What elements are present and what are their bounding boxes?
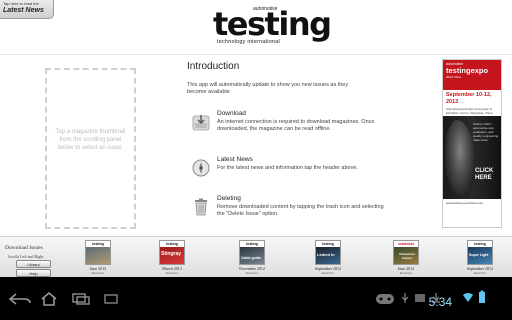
cover-headline: Super Light (469, 253, 489, 257)
magazine-cover: crashtest Pedestrian Impact (393, 240, 419, 265)
magazine-cover: testing Cable guide (239, 240, 265, 265)
magazine-item[interactable]: testing Cable guide November 2012 Read N… (226, 240, 278, 277)
library-button[interactable]: Library (16, 260, 51, 268)
introduction-panel: Introduction This app will automatically… (187, 61, 437, 96)
read-now-link[interactable]: Read Now (146, 271, 198, 275)
read-now-link[interactable]: Read Now (226, 271, 278, 275)
deleting-text: Remove downloaded content by tapping the… (217, 204, 384, 217)
cover-image (86, 247, 110, 264)
wifi-icon (463, 293, 473, 302)
intro-text: This app will automatically update to sh… (187, 82, 349, 95)
magazine-cover: testing Linked in (315, 240, 341, 265)
cover-headline: Linked in (317, 252, 335, 257)
magazine-item[interactable]: testing Stingray March 2013 Read Now (146, 240, 198, 277)
testing-expo-ad[interactable]: automotive testingexpo 2013 china Septem… (442, 59, 502, 228)
cover-image: Cable guide (240, 247, 264, 264)
home-icon[interactable] (40, 291, 58, 307)
read-now-link[interactable]: Read Now (302, 271, 354, 275)
ad-place: Shanghai Everbright Convention & Exhibit… (446, 107, 493, 115)
intro-title: Introduction (187, 61, 240, 72)
header: Tap here to read the Latest News automot… (0, 0, 512, 55)
battery-icon (479, 290, 485, 303)
testing-logo: automotive testing technology internatio… (213, 6, 332, 46)
compass-icon (192, 159, 210, 177)
magazine-item[interactable]: testing Linked in September 2012 Read No… (302, 240, 354, 277)
magazine-item[interactable]: crashtest Pedestrian Impact June 2012 Re… (380, 240, 432, 277)
magazine-cover: testing (85, 240, 111, 265)
read-now-link[interactable]: Read Now (380, 271, 432, 275)
issue-placeholder: Tap a magazine thumbnail from the scroll… (45, 68, 136, 229)
download-item: Download An internet connection is requi… (187, 110, 437, 150)
image-icon (415, 294, 425, 302)
scroll-hint: Scrolls Left and Right (8, 254, 44, 259)
cover-headline: Stingray (161, 251, 182, 257)
cover-headline: Cable guide (241, 256, 261, 260)
clock: 5:34 (428, 295, 452, 309)
magazine-item[interactable]: testing June 2013 Read Now (72, 240, 124, 277)
download-text: An internet connection is required to do… (217, 119, 375, 132)
download-title: Download (217, 110, 246, 117)
dragon-image (445, 120, 475, 196)
ad-description: China's ONLY automotive test, evaluation… (473, 122, 499, 142)
placeholder-text: Tap a magazine thumbnail from the scroll… (55, 129, 126, 151)
read-now-link[interactable]: Read Now (454, 271, 506, 275)
latest-news-item: Latest News For the latest news and info… (187, 156, 437, 196)
download-issues-title: Download Issues (5, 245, 43, 251)
logo-main-text: testing (213, 5, 332, 43)
ad-click-here[interactable]: CLICK HERE (475, 168, 501, 182)
help-button[interactable]: Help (16, 269, 51, 277)
ad-logo: automotive testingexpo 2013 china (443, 60, 501, 90)
latest-news-title: Latest News (217, 156, 253, 163)
read-now-link[interactable]: Read Now (72, 271, 124, 275)
download-icon (192, 115, 210, 131)
shelf-controls: Download Issues Scrolls Left and Right L… (0, 237, 66, 278)
cover-image: Stingray (160, 247, 184, 264)
app-screen: Tap here to read the Latest News automot… (0, 0, 512, 320)
usb-icon (401, 293, 409, 303)
deleting-title: Deleting (217, 195, 241, 202)
screenshot-icon[interactable] (104, 294, 118, 304)
deleting-item: Deleting Remove downloaded content by ta… (187, 195, 437, 235)
latest-news-text: For the latest news and information tap … (217, 165, 358, 171)
trash-icon (195, 198, 207, 216)
logo-sub-text: technology international (217, 39, 280, 45)
ad-url: www.testing-expochina.com (446, 201, 484, 205)
ad-logo-big: testingexpo (446, 66, 489, 75)
cover-headline: Pedestrian Impact (399, 252, 415, 260)
cover-image: Super Light (468, 247, 492, 264)
cover-image: Pedestrian Impact (394, 247, 418, 264)
magazine-cover: testing Super Light (467, 240, 493, 265)
magazine-item[interactable]: testing Super Light September 2012 Read … (454, 240, 506, 277)
ad-logo-sub: 2013 china (446, 75, 461, 79)
latest-news-button[interactable]: Tap here to read the Latest News (0, 0, 54, 19)
ad-date: September 10-12, 2013 (446, 92, 492, 105)
back-icon[interactable] (8, 292, 32, 306)
download-shelf: Download Issues Scrolls Left and Right L… (0, 236, 512, 277)
recent-apps-icon[interactable] (72, 293, 90, 305)
ad-photo: China's ONLY automotive test, evaluation… (443, 116, 501, 199)
latest-news-label: Latest News (3, 7, 44, 14)
system-navigation-bar: 5:34 (0, 277, 512, 320)
gamepad-icon (376, 294, 394, 304)
magazine-cover: testing Stingray (159, 240, 185, 265)
cover-image: Linked in (316, 247, 340, 264)
